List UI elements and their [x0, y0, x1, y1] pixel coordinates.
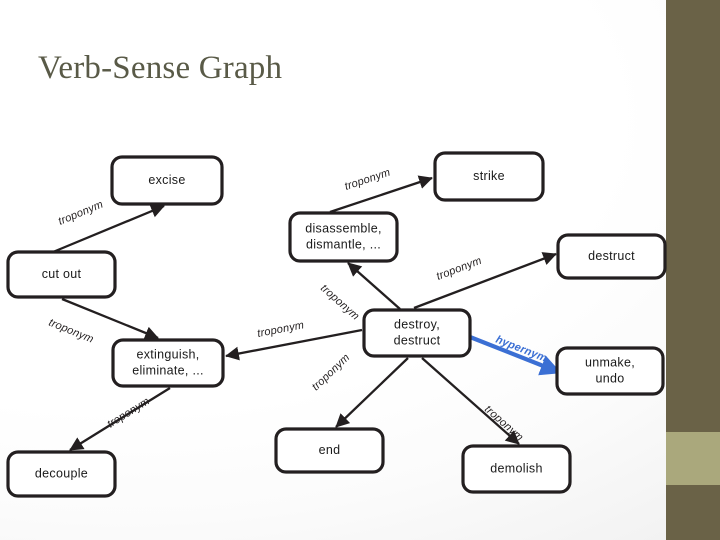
edge-label: troponym: [256, 319, 305, 340]
edge-line-troponym: [335, 357, 409, 428]
graph-node-unmake[interactable]: unmake, undo: [555, 346, 665, 396]
node-label: eliminate, ...: [132, 363, 204, 377]
edge-label: troponym: [482, 403, 525, 443]
graph-node-cut-out[interactable]: cut out: [6, 250, 117, 299]
node-label: cut out: [42, 267, 82, 281]
node-label: strike: [473, 169, 505, 183]
edge-label: troponym: [310, 352, 353, 393]
node-label: destruct: [394, 333, 441, 347]
node-label: excise: [148, 173, 185, 187]
node-label: dismantle, ...: [306, 237, 381, 251]
graph-edge: troponym: [413, 252, 557, 310]
node-label: destruct: [588, 249, 635, 263]
slide-canvas: Verb-Sense Graph troponym troponym tropony…: [0, 0, 720, 540]
node-label: decouple: [35, 466, 88, 480]
node-label: undo: [595, 371, 624, 385]
edge-line-troponym: [347, 262, 401, 310]
edge-label: troponym: [57, 199, 105, 228]
graph-node-destroy[interactable]: destroy, destruct: [362, 308, 472, 358]
edge-line-troponym: [225, 328, 363, 361]
graph-node-end[interactable]: end: [274, 427, 385, 474]
graph-edge: troponym: [69, 387, 171, 451]
edge-label: troponym: [435, 255, 484, 283]
graph-edge: troponym: [310, 352, 409, 428]
graph-node-extinguish[interactable]: extinguish, eliminate, ...: [111, 338, 225, 388]
graph-edge: troponym: [225, 319, 363, 361]
graph-node-strike[interactable]: strike: [433, 151, 545, 202]
edge-label: troponym: [343, 166, 392, 192]
verb-sense-graph: troponymtroponymtroponymtroponymtroponym…: [6, 151, 667, 498]
graph-node-decouple[interactable]: decouple: [6, 450, 117, 498]
node-label: destroy,: [394, 317, 440, 331]
graph-edges: troponymtroponymtroponymtroponymtroponym…: [47, 166, 562, 451]
edge-label: troponym: [318, 282, 361, 322]
node-label: demolish: [490, 461, 542, 475]
graph-edge: troponym: [329, 166, 433, 214]
graph-edge: troponym: [421, 357, 525, 445]
edge-line-troponym: [413, 252, 557, 310]
graph-edge: troponym: [52, 199, 165, 254]
graph-node-demolish[interactable]: demolish: [461, 444, 572, 494]
node-label: extinguish,: [136, 347, 199, 361]
graph-nodes: excise strike disassemble, dismantle, ... de…: [6, 151, 667, 498]
node-label: disassemble,: [305, 221, 382, 235]
graph-node-disassemble[interactable]: disassemble, dismantle, ...: [288, 211, 399, 263]
edge-label: troponym: [47, 317, 95, 346]
graph-edge: hypernym: [469, 334, 562, 376]
node-label: end: [319, 443, 341, 457]
graph-node-destruct[interactable]: destruct: [556, 233, 667, 280]
graph-node-excise[interactable]: excise: [110, 155, 224, 206]
edge-label: troponym: [105, 395, 152, 430]
node-label: unmake,: [585, 355, 635, 369]
